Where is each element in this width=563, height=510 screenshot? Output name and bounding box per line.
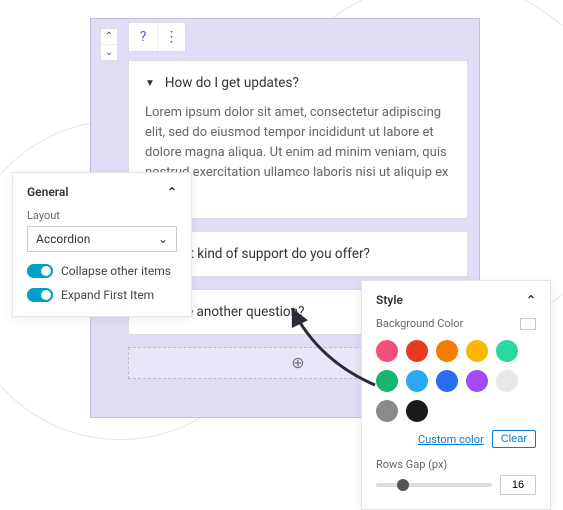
color-swatch[interactable] [406, 370, 428, 392]
more-options-button[interactable]: ⋮ [157, 23, 185, 51]
bg-color-swatch[interactable] [520, 318, 536, 330]
clear-button[interactable]: Clear [492, 430, 536, 448]
color-swatch[interactable] [376, 370, 398, 392]
layout-select[interactable]: Accordion ⌄ [27, 226, 177, 252]
accordion-question: How do I get updates? [165, 75, 299, 91]
rows-gap-slider[interactable] [376, 483, 492, 487]
help-button[interactable]: ? [129, 23, 157, 51]
expand-first-toggle[interactable] [27, 288, 53, 302]
color-swatch[interactable] [376, 400, 398, 422]
color-swatch[interactable] [436, 340, 458, 362]
panel-header[interactable]: General ⌃ [27, 185, 177, 199]
nav-up-icon[interactable]: ⌃ [101, 29, 117, 44]
chevron-down-icon: ▼ [145, 78, 155, 89]
panel-header[interactable]: Style ⌃ [376, 293, 536, 307]
layout-value: Accordion [36, 232, 90, 246]
rows-gap-input[interactable] [500, 475, 536, 495]
chevron-down-icon: ⌄ [158, 232, 168, 246]
color-palette [376, 340, 536, 422]
help-icon: ? [140, 29, 147, 45]
color-swatch[interactable] [466, 340, 488, 362]
color-swatch[interactable] [496, 340, 518, 362]
color-swatch[interactable] [436, 370, 458, 392]
color-swatch[interactable] [406, 340, 428, 362]
color-swatch[interactable] [466, 370, 488, 392]
color-swatch[interactable] [496, 370, 518, 392]
rows-gap-label: Rows Gap (px) [376, 458, 536, 471]
vertical-nav: ⌃ ⌄ [100, 28, 118, 61]
chevron-up-icon: ⌃ [526, 293, 536, 307]
expand-first-label: Expand First Item [61, 288, 154, 302]
panel-title: Style [376, 293, 403, 307]
custom-color-link[interactable]: Custom color [418, 433, 484, 446]
panel-title: General [27, 185, 68, 199]
accordion-header[interactable]: ▼ How do I get updates? [145, 75, 451, 91]
plus-icon: ⊕ [291, 353, 304, 372]
color-swatch[interactable] [376, 340, 398, 362]
block-toolbar: ? ⋮ [128, 22, 186, 52]
general-panel: General ⌃ Layout Accordion ⌄ Collapse ot… [12, 172, 192, 317]
collapse-toggle[interactable] [27, 264, 53, 278]
bg-color-label: Background Color [376, 317, 463, 330]
accordion-question: What kind of support do you offer? [163, 246, 370, 262]
kebab-icon: ⋮ [165, 29, 179, 45]
layout-label: Layout [27, 209, 177, 222]
collapse-label: Collapse other items [61, 264, 171, 278]
chevron-up-icon: ⌃ [167, 185, 177, 199]
slider-thumb[interactable] [397, 479, 409, 491]
color-swatch[interactable] [406, 400, 428, 422]
style-panel: Style ⌃ Background Color Custom color Cl… [361, 280, 551, 510]
nav-down-icon[interactable]: ⌄ [101, 44, 117, 60]
